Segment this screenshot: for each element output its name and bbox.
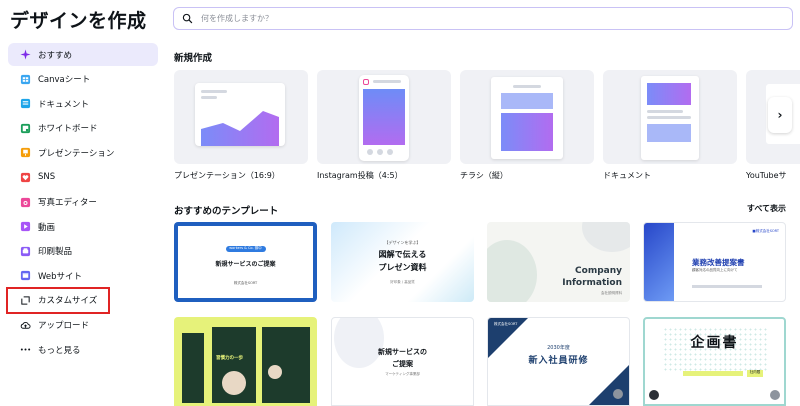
page-title: デザインを作成 xyxy=(10,10,147,32)
template-subtitle: 株式会社SORT xyxy=(233,281,258,285)
type-label-flyer: チラシ（縦） xyxy=(460,171,508,180)
sidebar-item-upload[interactable]: アップロード xyxy=(8,314,158,337)
website-icon xyxy=(20,270,31,281)
document-thumbnail xyxy=(641,76,699,160)
sidebar-item-canva-sheets[interactable]: Canvaシート xyxy=(8,68,158,91)
template-subtitle: 顧客対応の品質向上に向けて xyxy=(692,268,738,272)
sidebar-item-label: プレゼンテーション xyxy=(38,148,115,159)
template-card-new-employee-training[interactable]: 株式会社SORT 2030年度 新入社員研修 xyxy=(487,317,630,406)
type-label-document: ドキュメント xyxy=(603,171,651,180)
print-icon xyxy=(20,246,31,257)
sidebar: おすすめ Canvaシート ドキュメント ホワイトボード プレゼンテーション S… xyxy=(6,43,158,363)
cloud-upload-icon xyxy=(20,320,31,331)
template-card-improvement-proposal[interactable]: ■株式会社SORT 業務改善提案書 顧客対応の品質向上に向けて xyxy=(643,222,786,302)
search-input[interactable] xyxy=(201,14,761,23)
template-title: 新規サービスの xyxy=(378,348,427,356)
template-title-line1: 図解で伝える xyxy=(378,250,427,259)
sidebar-item-presentation[interactable]: プレゼンテーション xyxy=(8,141,158,164)
template-card-company-info[interactable]: Company Information 会社説明資料 xyxy=(487,222,630,302)
custom-size-icon xyxy=(20,295,31,306)
sidebar-item-label: Webサイト xyxy=(38,271,83,282)
scroll-right-button[interactable]: › xyxy=(768,97,792,133)
template-title-line2: Information xyxy=(562,278,622,288)
template-badge-text: workers & Co. 御中 xyxy=(229,246,262,250)
pro-crown-icon xyxy=(613,389,623,399)
more-dots-icon xyxy=(20,344,31,355)
template-subtitle: マーケティング事業部 xyxy=(385,372,420,376)
sidebar-item-video[interactable]: 動画 xyxy=(8,215,158,238)
instagram-icon xyxy=(363,79,369,85)
new-design-heading: 新規作成 xyxy=(174,53,213,64)
template-tag: 【デザインを学ぶ】 xyxy=(384,240,421,245)
sidebar-item-sns[interactable]: SNS xyxy=(8,166,158,189)
see-all-link[interactable]: すべて表示 xyxy=(747,203,786,214)
type-card-presentation[interactable] xyxy=(174,70,308,164)
sidebar-item-label: おすすめ xyxy=(38,50,73,61)
template-title-line2: プレゼン資料 xyxy=(378,263,427,272)
sidebar-item-label: ドキュメント xyxy=(38,99,90,110)
presentation-thumbnail xyxy=(195,83,285,146)
template-title-line1: Company xyxy=(575,266,622,276)
template-title: 企画書 xyxy=(690,335,739,351)
sparkle-icon xyxy=(20,49,31,60)
template-title-line2: ご提案 xyxy=(392,360,413,368)
recommended-templates-heading: おすすめのテンプレート xyxy=(174,206,279,217)
sidebar-item-docs[interactable]: ドキュメント xyxy=(8,92,158,115)
sidebar-item-custom-size[interactable]: カスタムサイズ xyxy=(6,286,110,314)
chevron-right-icon: › xyxy=(777,108,783,122)
sidebar-item-website[interactable]: Webサイト xyxy=(8,264,158,287)
whiteboard-icon xyxy=(20,123,31,134)
sidebar-item-label: 印刷製品 xyxy=(38,247,73,258)
sidebar-item-label: アップロード xyxy=(38,321,90,332)
sidebar-item-more[interactable]: もっと見る xyxy=(8,338,158,361)
template-subtitle: 会社説明資料 xyxy=(601,291,622,295)
heart-icon xyxy=(20,172,31,183)
area-chart-graphic xyxy=(201,111,279,146)
sidebar-item-whiteboard[interactable]: ホワイトボード xyxy=(8,117,158,140)
type-card-document[interactable] xyxy=(603,70,737,164)
presentation-icon xyxy=(20,147,31,158)
template-title: 業務改善提案書 xyxy=(692,258,745,267)
search-icon xyxy=(182,13,193,24)
template-year: 2030年度 xyxy=(547,345,570,351)
instagram-thumbnail xyxy=(359,75,409,161)
search-box[interactable] xyxy=(173,7,793,30)
template-brand: 株式会社SORT xyxy=(494,322,518,326)
document-icon xyxy=(20,98,31,109)
template-badge: 社内限 xyxy=(747,370,763,377)
template-title: 新規サービスのご提案 xyxy=(215,261,276,268)
sidebar-item-label: 動画 xyxy=(38,222,56,233)
template-title: 新入社員研修 xyxy=(528,356,589,366)
type-card-flyer[interactable] xyxy=(460,70,594,164)
play-icon xyxy=(649,390,659,400)
pro-crown-icon xyxy=(770,390,780,400)
template-card-sns-posts[interactable]: 習慣力の一歩 xyxy=(174,317,317,406)
sidebar-item-recommended[interactable]: おすすめ xyxy=(8,43,158,66)
type-label-instagram: Instagram投稿（4:5） xyxy=(317,171,403,180)
sidebar-item-photo-editor[interactable]: 写真エディター xyxy=(8,191,158,214)
type-card-instagram[interactable] xyxy=(317,70,451,164)
sidebar-item-label: もっと見る xyxy=(38,345,81,356)
template-card-new-service[interactable]: 新規サービスの ご提案 マーケティング事業部 xyxy=(331,317,474,406)
sidebar-item-print[interactable]: 印刷製品 xyxy=(8,240,158,263)
template-card-service-proposal[interactable]: workers & Co. 御中 新規サービスのご提案 株式会社SORT xyxy=(174,222,317,302)
sheets-icon xyxy=(20,74,31,85)
flyer-thumbnail xyxy=(491,77,563,159)
sidebar-item-label: SNS xyxy=(38,172,56,183)
template-card-planning-doc[interactable]: 企画書 社内限 xyxy=(643,317,786,406)
template-brand: ■株式会社SORT xyxy=(752,229,779,233)
camera-icon xyxy=(20,197,31,208)
template-card-visual-presentation[interactable]: 【デザインを学ぶ】 図解で伝える プレゼン資料 好印象 / 高品質 xyxy=(331,222,474,302)
video-icon xyxy=(20,221,31,232)
type-label-youtube: YouTubeサ xyxy=(746,171,787,180)
sidebar-item-label: ホワイトボード xyxy=(38,124,98,135)
template-text: 習慣力の一歩 xyxy=(216,356,243,361)
sidebar-item-label: カスタムサイズ xyxy=(38,296,98,307)
sidebar-item-label: 写真エディター xyxy=(38,198,97,209)
type-label-presentation: プレゼンテーション（16:9） xyxy=(174,171,280,180)
sidebar-item-label: Canvaシート xyxy=(38,75,91,86)
template-subtitle: 好印象 / 高品質 xyxy=(390,280,415,284)
